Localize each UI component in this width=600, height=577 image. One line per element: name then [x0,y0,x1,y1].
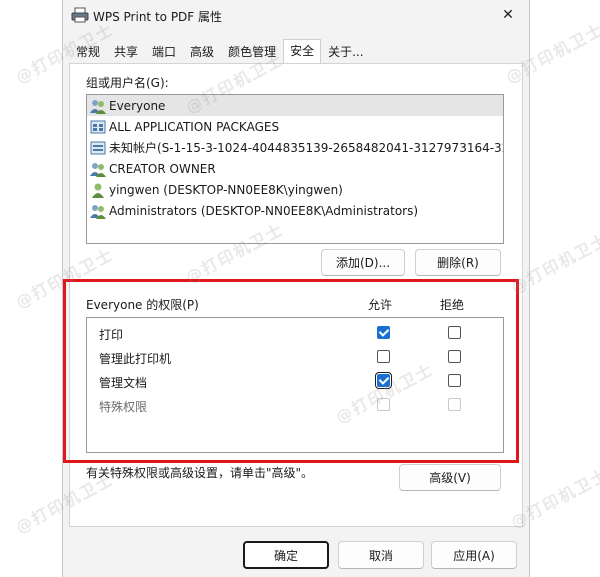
user-name: ALL APPLICATION PACKAGES [109,119,280,134]
tab-color-management[interactable]: 颜色管理 [221,41,283,63]
security-panel: 组或用户名(G): Everyone ALL APPLICATION PACKA… [69,63,523,527]
group-icon [90,204,106,219]
permission-name: 打印 [99,328,124,342]
properties-dialog: WPS Print to PDF 属性 ✕ 常规 共享 端口 高级 颜色管理 安… [62,0,530,577]
list-item[interactable]: yingwen (DESKTOP-NN0EE8K\yingwen) [87,179,503,200]
permissions-table: 打印 管理此打印机 管理文档 特殊权限 [86,317,504,453]
title-bar: WPS Print to PDF 属性 ✕ [63,0,529,34]
window-title: WPS Print to PDF 属性 [93,10,223,24]
close-button[interactable]: ✕ [495,4,521,26]
deny-checkbox[interactable] [448,350,461,363]
permission-name: 特殊权限 [99,400,148,414]
tab-about[interactable]: 关于... [321,41,370,63]
allow-checkbox [377,398,390,411]
permissions-label: Everyone 的权限(P) [86,298,199,312]
user-name: CREATOR OWNER [109,161,216,176]
allow-column-header: 允许 [368,298,393,312]
permission-row: 特殊权限 [87,394,503,416]
unknown-account-icon [90,141,106,154]
permission-name: 管理此打印机 [99,352,172,366]
user-icon [92,183,104,198]
permission-row: 管理文档 [87,370,503,392]
user-name: Everyone [109,98,166,113]
advanced-button[interactable]: 高级(V) [399,464,501,491]
user-name: 未知帐户(S-1-15-3-1024-4044835139-2658482041… [109,141,503,155]
add-button[interactable]: 添加(D)... [321,249,405,276]
tab-security[interactable]: 安全 [283,39,322,63]
permission-row: 打印 [87,322,503,344]
tab-strip: 常规 共享 端口 高级 颜色管理 安全 关于... [69,39,371,63]
list-item[interactable]: CREATOR OWNER [87,158,503,179]
remove-button[interactable]: 删除(R) [415,249,501,276]
tab-ports[interactable]: 端口 [145,41,183,63]
deny-checkbox[interactable] [448,374,461,387]
list-item[interactable]: ALL APPLICATION PACKAGES [87,116,503,137]
printer-icon [71,7,89,23]
advanced-hint: 有关特殊权限或高级设置，请单击"高级"。 [86,466,314,480]
close-icon: ✕ [502,7,514,23]
deny-checkbox[interactable] [448,326,461,339]
tab-general[interactable]: 常规 [69,41,107,63]
tab-advanced[interactable]: 高级 [183,41,221,63]
cancel-button[interactable]: 取消 [338,541,424,569]
allow-checkbox[interactable] [377,350,390,363]
allow-checkbox[interactable] [375,372,392,389]
apply-button[interactable]: 应用(A) [431,541,517,569]
allow-checkbox[interactable] [377,326,390,339]
groups-label: 组或用户名(G): [86,76,169,90]
user-name: Administrators (DESKTOP-NN0EE8K\Administ… [109,203,419,218]
ok-button[interactable]: 确定 [243,541,329,569]
permission-row: 管理此打印机 [87,346,503,368]
list-item[interactable]: Administrators (DESKTOP-NN0EE8K\Administ… [87,200,503,221]
package-icon [90,120,106,133]
list-item[interactable]: Everyone [87,95,503,116]
tab-sharing[interactable]: 共享 [107,41,145,63]
group-icon [90,162,106,177]
group-icon [90,99,106,114]
user-name: yingwen (DESKTOP-NN0EE8K\yingwen) [109,182,343,197]
users-listbox[interactable]: Everyone ALL APPLICATION PACKAGES 未知帐户(S… [86,94,504,244]
deny-checkbox [448,398,461,411]
permission-name: 管理文档 [99,376,148,390]
list-item[interactable]: 未知帐户(S-1-15-3-1024-4044835139-2658482041… [87,137,503,158]
deny-column-header: 拒绝 [440,298,465,312]
